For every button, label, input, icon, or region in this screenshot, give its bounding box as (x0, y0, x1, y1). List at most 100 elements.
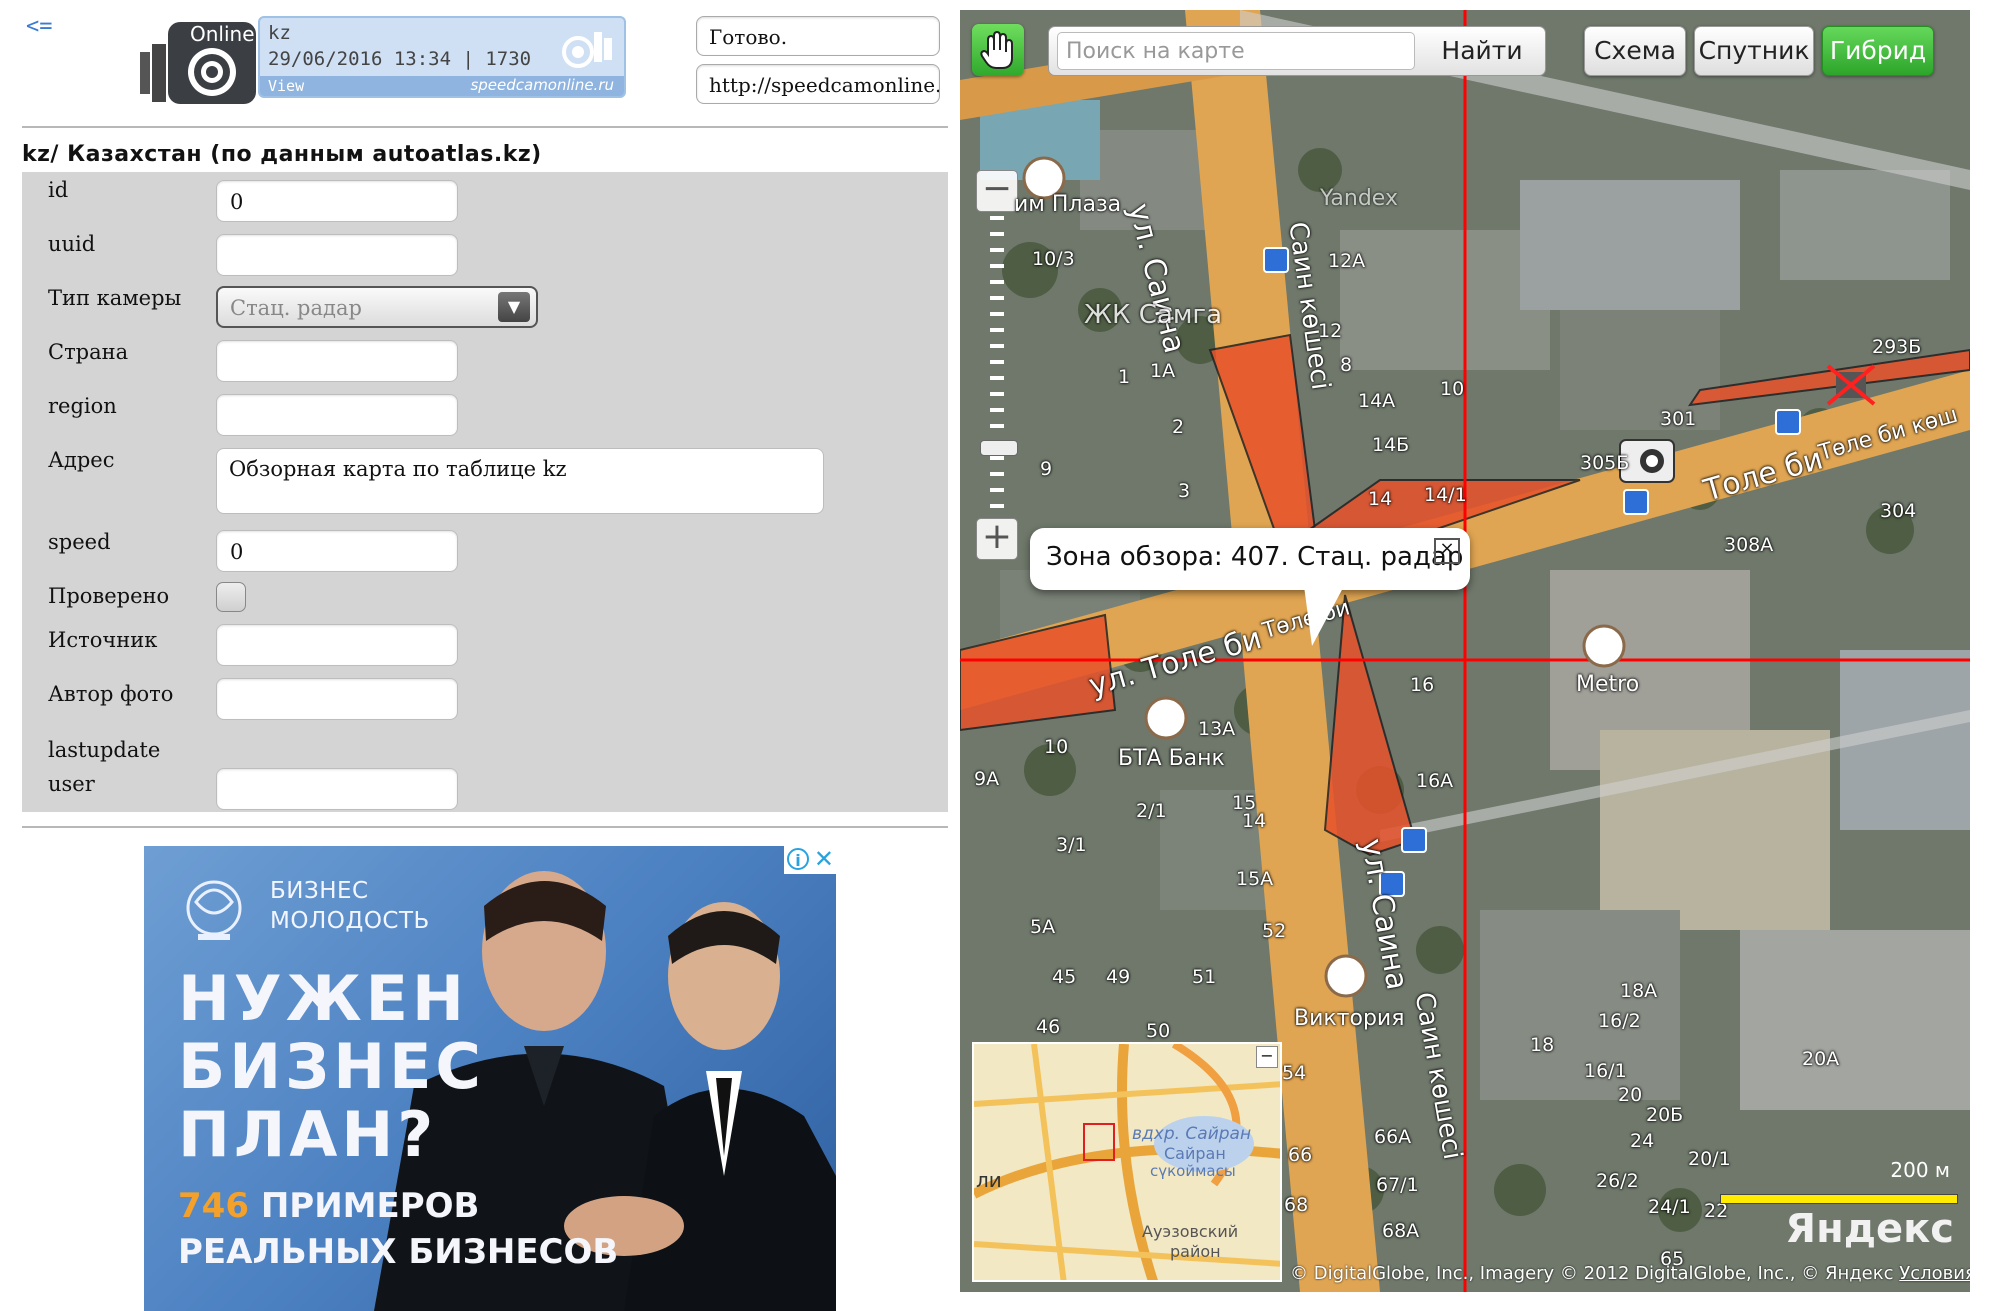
ad-headline-2: БИЗНЕС (178, 1030, 485, 1103)
zoom-in-button[interactable]: + (976, 518, 1018, 560)
house-number: 67/1 (1376, 1174, 1419, 1196)
house-number: 66А (1374, 1126, 1412, 1148)
uuid-input[interactable] (216, 234, 458, 276)
house-number: 14 (1242, 810, 1267, 832)
house-number: 16/2 (1598, 1010, 1641, 1032)
find-button[interactable]: Найти (1421, 27, 1543, 75)
house-number: 50 (1146, 1020, 1171, 1042)
minimap-label: Ауэзовский (1142, 1222, 1239, 1241)
house-number: 18А (1620, 980, 1658, 1002)
ad-count: 746 (178, 1186, 249, 1226)
photo-author-input[interactable] (216, 678, 458, 720)
photo-author-label: Автор фото (48, 682, 174, 706)
divider (22, 126, 948, 128)
minimap-label: район (1170, 1242, 1221, 1261)
house-number: 14 (1368, 488, 1393, 510)
minimap[interactable]: вдхр. Сайран Сайран сүкоймасы Ауэзовский… (972, 1042, 1282, 1282)
house-number: 14Б (1372, 434, 1410, 456)
house-number: 3/1 (1056, 834, 1087, 856)
camera-type-select[interactable]: Стац. радар ▼ (216, 286, 538, 328)
house-number: 14А (1358, 390, 1396, 412)
minimap-minimize-button[interactable]: − (1256, 1046, 1278, 1068)
status-field[interactable]: Готово. (696, 16, 940, 56)
info-icon[interactable]: i (787, 848, 809, 870)
house-number: 68А (1382, 1220, 1420, 1242)
region-label: region (48, 394, 117, 418)
balloon-text: Зона обзора: 407. Стац. радар (1046, 542, 1464, 572)
verified-checkbox[interactable] (216, 582, 246, 612)
close-icon[interactable]: × (1434, 538, 1460, 564)
house-number: 26/2 (1596, 1170, 1639, 1192)
scale-label: 200 м (1890, 1158, 1950, 1182)
house-number: 24 (1630, 1130, 1655, 1152)
ad-banner[interactable]: БИЗНЕС МОЛОДОСТЬ НУЖЕН БИЗНЕС ПЛАН? 746 … (144, 846, 836, 1311)
radar-zone-balloon[interactable]: Зона обзора: 407. Стац. радар × (1030, 528, 1470, 646)
zoom-out-button[interactable]: − (976, 170, 1018, 212)
camera-form: id 0 uuid Тип камеры Стац. радар ▼ Стран… (22, 172, 948, 812)
country-label: Страна (48, 340, 129, 364)
layer-scheme-button[interactable]: Схема (1584, 26, 1686, 76)
speed-input[interactable]: 0 (216, 530, 458, 572)
widget-datetime: 29/06/2016 13:34 | 1730 (268, 48, 532, 70)
zoom-control[interactable]: − + (976, 170, 1020, 560)
house-number: 9 (1040, 458, 1053, 480)
place-label: Виктория (1294, 1006, 1405, 1031)
map-view[interactable]: Поиск на карте Найти Схема Спутник Гибри… (960, 10, 1970, 1292)
source-input[interactable] (216, 624, 458, 666)
house-number: 20А (1802, 1048, 1840, 1070)
widget-view-label: View (268, 77, 305, 95)
house-number: 301 (1660, 408, 1697, 430)
country-input[interactable] (216, 340, 458, 382)
house-number: 18 (1530, 1034, 1555, 1056)
camera-type-label: Тип камеры (48, 286, 182, 310)
widget-region: kz (268, 22, 291, 44)
house-number: 12А (1328, 250, 1366, 272)
yandex-logo: Яндекс (1785, 1206, 1954, 1252)
ad-controls: i ✕ (784, 846, 836, 874)
id-input[interactable]: 0 (216, 180, 458, 222)
house-number: 10 (1440, 378, 1465, 400)
house-number: 8 (1340, 354, 1353, 376)
house-number: 9А (974, 768, 1000, 790)
copyright-text: © DigitalGlobe, Inc., Imagery © 2012 Dig… (1290, 1263, 1894, 1284)
layer-satellite-button[interactable]: Спутник (1694, 26, 1814, 76)
back-link[interactable]: <= (26, 14, 53, 39)
scale-bar (1720, 1194, 1958, 1204)
hand-tool-button[interactable] (972, 24, 1024, 76)
address-textarea[interactable]: Обзорная карта по таблице kz (216, 448, 824, 514)
house-number: 24/1 (1648, 1196, 1691, 1218)
zoom-slider-handle[interactable] (980, 440, 1018, 456)
house-number: 10 (1044, 736, 1069, 758)
speedcam-logo: Online (136, 14, 258, 106)
house-number: 20 (1618, 1084, 1643, 1106)
house-number: 66 (1288, 1144, 1313, 1166)
house-number: 10/3 (1032, 248, 1075, 270)
house-number: 304 (1880, 500, 1917, 522)
zoom-slider[interactable] (990, 216, 1004, 514)
house-number: 49 (1106, 966, 1131, 988)
region-input[interactable] (216, 394, 458, 436)
widget-site: speedcamonline.ru (470, 76, 614, 94)
view-widget[interactable]: kz 29/06/2016 13:34 | 1730 View speedcam… (258, 16, 626, 98)
hand-icon (980, 30, 1013, 69)
place-label: БТА Банк (1118, 746, 1225, 771)
house-number: 16/1 (1584, 1060, 1627, 1082)
map-search-input[interactable]: Поиск на карте (1057, 32, 1415, 70)
address-label: Адрес (48, 448, 115, 472)
house-number: 12 (1318, 320, 1343, 342)
house-number: 13А (1198, 718, 1236, 740)
user-input[interactable] (216, 768, 458, 810)
layer-hybrid-button[interactable]: Гибрид (1822, 26, 1934, 76)
house-number: 308А (1724, 534, 1774, 556)
minimap-label: вдхр. Сайран (1132, 1124, 1252, 1144)
user-label: user (48, 772, 95, 796)
place-label: ЖК Самга (1084, 300, 1223, 330)
ad-sub-line1: ПРИМЕРОВ (260, 1186, 480, 1226)
chevron-down-icon[interactable]: ▼ (498, 292, 530, 322)
house-number: 3 (1178, 480, 1191, 502)
url-field[interactable]: http://speedcamonline.ru (696, 64, 940, 104)
house-number: 2 (1172, 416, 1185, 438)
close-icon[interactable]: ✕ (814, 846, 834, 872)
minimap-roads (974, 1044, 1280, 1280)
terms-link[interactable]: Условия использования (1899, 1263, 1970, 1284)
